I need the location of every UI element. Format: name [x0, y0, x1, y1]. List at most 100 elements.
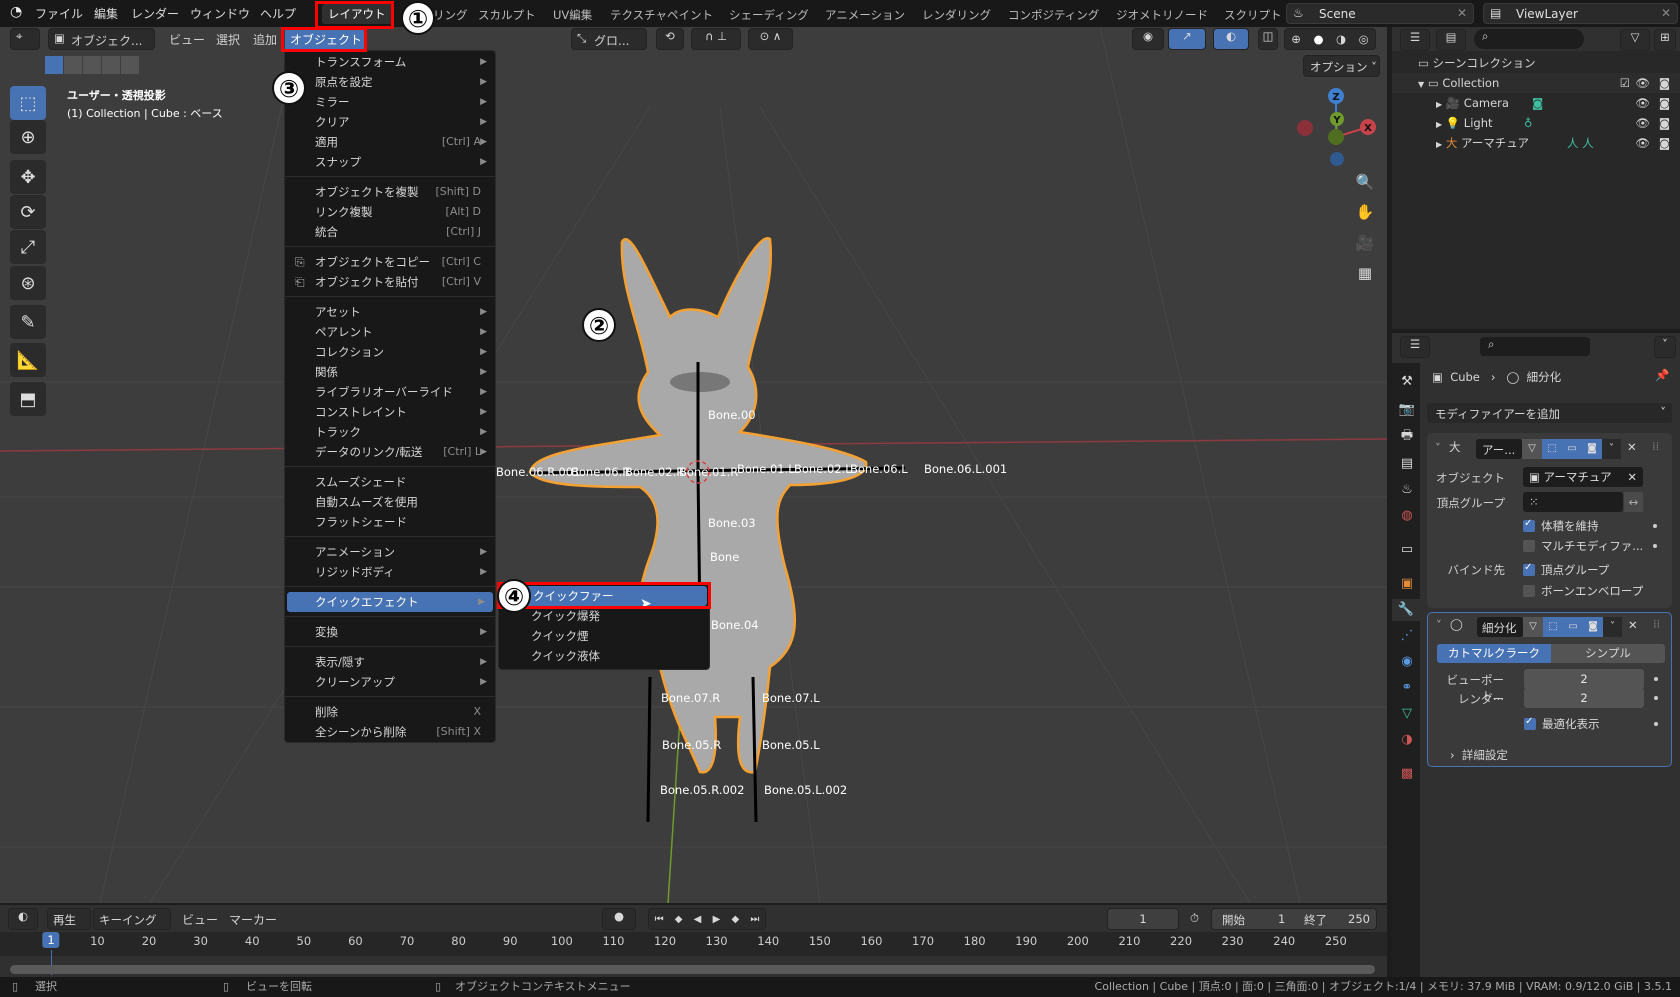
view-layer-mode-button[interactable]: ▤: [1436, 29, 1466, 51]
select-new-icon[interactable]: [45, 56, 63, 74]
edit-mode-icon[interactable]: ▽: [1523, 617, 1543, 637]
menu-item[interactable]: 削除 X: [285, 702, 495, 722]
workspace-tab-layout[interactable]: レイアウト: [322, 4, 392, 24]
outliner-item-armature[interactable]: ▶ 大 アーマチュア 人 人 👁 ◙: [1392, 133, 1680, 153]
menu-window[interactable]: ウィンドウ: [190, 5, 250, 22]
expand-icon[interactable]: ▶: [1436, 120, 1442, 129]
chevron-down-icon[interactable]: ˅: [1603, 617, 1622, 637]
workspace-tab-uv[interactable]: UV編集: [553, 7, 592, 23]
expand-icon[interactable]: ▶: [1436, 140, 1442, 149]
menu-item[interactable]: 全シーンから削除 [Shift] X: [285, 722, 495, 742]
editor-type-button[interactable]: ☰: [1400, 336, 1430, 358]
zoom-button[interactable]: 🔍: [1352, 169, 1378, 195]
menu-render[interactable]: レンダー: [131, 5, 179, 22]
options-dropdown[interactable]: オプション ˅: [1303, 55, 1380, 77]
outliner-search-input[interactable]: ⌕: [1474, 29, 1584, 49]
on-cage-icon[interactable]: ⬚: [1542, 439, 1562, 459]
menu-item[interactable]: 統合 [Ctrl] J: [285, 222, 495, 242]
rendered-icon[interactable]: ◎: [1359, 32, 1369, 46]
keyframe-dot[interactable]: [1654, 722, 1658, 726]
expand-icon[interactable]: ▼: [1418, 80, 1424, 89]
modifier-name-field[interactable]: アー...: [1476, 439, 1522, 459]
object-field[interactable]: ▣ アーマチュア ✕: [1523, 467, 1643, 487]
invert-icon[interactable]: ↔: [1624, 492, 1643, 512]
menu-item[interactable]: ライブラリオーバーライド ▶: [285, 382, 495, 402]
eye-icon[interactable]: 👁: [1635, 93, 1650, 113]
pivot-point-button[interactable]: ⟲: [656, 28, 684, 50]
properties-search-input[interactable]: ⌕: [1480, 337, 1590, 356]
menu-select[interactable]: 選択: [216, 31, 240, 48]
gizmo-toggle[interactable]: ↗: [1168, 28, 1206, 50]
menu-item[interactable]: クイックエフェクト ▶: [287, 592, 493, 612]
menu-item[interactable]: 関係 ▶: [285, 362, 495, 382]
camera-render-icon[interactable]: ◙: [1659, 93, 1670, 113]
menu-item[interactable]: クイック液体: [499, 646, 709, 666]
close-icon[interactable]: ✕: [1628, 618, 1638, 632]
constraints-tab-icon[interactable]: ⚭: [1396, 677, 1418, 699]
workspace-tab-texture-paint[interactable]: テクスチャペイント: [610, 7, 713, 23]
workspace-tab-rendering[interactable]: レンダリング: [922, 7, 991, 23]
world-tab-icon[interactable]: ◍: [1396, 505, 1418, 527]
data-tab-icon[interactable]: ▽: [1396, 703, 1418, 725]
camera-view-button[interactable]: 🎥: [1352, 230, 1378, 256]
menu-item[interactable]: 自動スムーズを使用: [285, 492, 495, 512]
menu-help[interactable]: ヘルプ: [260, 5, 296, 22]
outliner-scene-collection[interactable]: ▭ シーンコレクション: [1392, 53, 1680, 73]
menu-item[interactable]: クリーンアップ ▶: [285, 672, 495, 692]
collapse-icon[interactable]: ˅: [1436, 618, 1442, 632]
tool-annotate[interactable]: ✎: [10, 305, 46, 339]
realtime-icon[interactable]: ▭: [1563, 617, 1583, 637]
simple-tab[interactable]: シンプル: [1551, 644, 1665, 663]
menu-item[interactable]: ペアレント ▶: [285, 322, 495, 342]
clear-icon[interactable]: ✕: [1627, 467, 1637, 487]
menu-item[interactable]: クイック爆発: [499, 606, 709, 626]
catmull-clark-tab[interactable]: カトマルクラーク: [1437, 644, 1551, 663]
expand-icon[interactable]: ▶: [1436, 100, 1442, 109]
workspace-tab-scripting[interactable]: スクリプト: [1224, 7, 1282, 23]
blender-logo-icon[interactable]: ◔: [10, 4, 22, 20]
camera-render-icon[interactable]: ◙: [1659, 133, 1670, 153]
camera-render-icon[interactable]: ◙: [1659, 113, 1670, 133]
menu-object[interactable]: オブジェクト: [285, 28, 365, 50]
menu-item[interactable]: 表示/隠す ▶: [285, 652, 495, 672]
particles-tab-icon[interactable]: ⋰: [1396, 625, 1418, 647]
ortho-toggle-button[interactable]: ▦: [1352, 260, 1378, 286]
menu-file[interactable]: ファイル: [35, 5, 83, 22]
drag-handle-icon[interactable]: ⁞⁞: [1652, 439, 1659, 453]
tool-cursor[interactable]: ⊕: [10, 120, 46, 154]
keyframe-dot[interactable]: [1654, 696, 1658, 700]
bind-bone-envelopes-checkbox[interactable]: [1523, 585, 1535, 597]
menu-item[interactable]: リンク複製 [Alt] D: [285, 202, 495, 222]
edit-mode-icon[interactable]: ▽: [1522, 439, 1542, 459]
tool-measure[interactable]: 📐: [10, 343, 46, 377]
menu-item[interactable]: ミラー ▶: [285, 92, 495, 112]
render-tab-icon[interactable]: 📷: [1396, 399, 1418, 421]
texture-tab-icon[interactable]: ▩: [1396, 763, 1418, 785]
menu-item[interactable]: フラットシェード: [285, 512, 495, 532]
optimal-display-checkbox[interactable]: [1524, 716, 1536, 730]
select-invert-icon[interactable]: [102, 56, 120, 74]
material-tab-icon[interactable]: ◑: [1396, 729, 1418, 751]
menu-item[interactable]: スムーズシェード: [285, 472, 495, 492]
scene-selector[interactable]: ♨ Scene ✕: [1286, 3, 1474, 24]
proportional-edit-button[interactable]: ⊙ ∧: [748, 28, 793, 50]
tool-transform[interactable]: ⊛: [10, 266, 46, 300]
collection-tab-icon[interactable]: ▭: [1396, 539, 1418, 561]
menu-item[interactable]: 適用 [Ctrl] A ▶: [285, 132, 495, 152]
close-icon[interactable]: ✕: [1661, 6, 1671, 20]
menu-item[interactable]: トランスフォーム ▶: [285, 52, 495, 72]
menu-edit[interactable]: 編集: [94, 5, 118, 22]
new-collection-button[interactable]: ⊞: [1654, 29, 1676, 51]
eye-icon[interactable]: 👁: [1635, 133, 1650, 153]
pose-icon[interactable]: 人 人: [1567, 133, 1594, 153]
view-layer-selector[interactable]: ▤ ViewLayer ✕: [1483, 3, 1678, 24]
selection-mode-buttons[interactable]: [45, 56, 139, 74]
mode-dropdown[interactable]: ▣ オブジェク...: [48, 28, 155, 50]
overlay-toggle[interactable]: ◐: [1213, 28, 1249, 50]
collapse-icon[interactable]: ˅: [1435, 441, 1441, 455]
menu-item[interactable]: ⎘ オブジェクトをコピー [Ctrl] C: [285, 252, 495, 272]
menu-item[interactable]: コレクション ▶: [285, 342, 495, 362]
visibility-button[interactable]: ◉: [1132, 28, 1164, 50]
close-icon[interactable]: ✕: [1627, 440, 1637, 454]
workspace-tab-geometry-nodes[interactable]: ジオメトリノード: [1116, 7, 1208, 23]
